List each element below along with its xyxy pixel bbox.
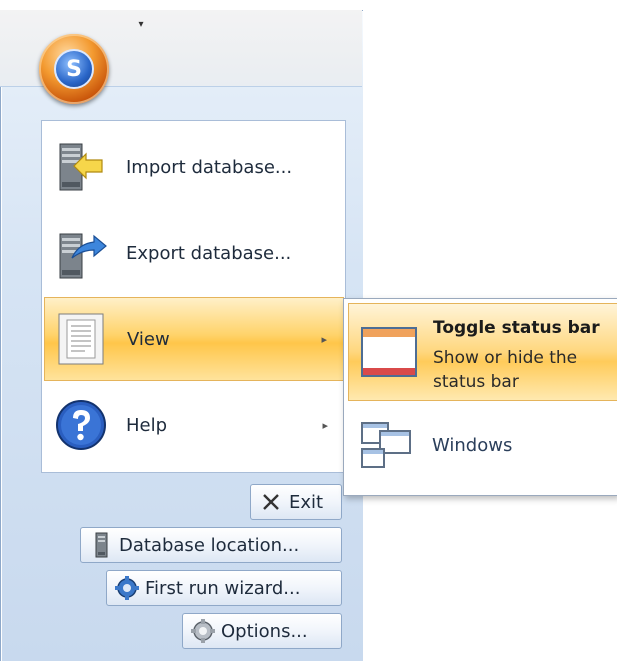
server-icon <box>95 532 108 558</box>
exit-button[interactable]: Exit <box>250 484 342 520</box>
view-label: View <box>127 328 170 350</box>
menu-item-view[interactable]: View ▸ <box>44 297 344 381</box>
submenu-arrow-icon: ▸ <box>321 332 327 346</box>
help-label: Help <box>126 414 168 436</box>
toggle-status-bar-title: Toggle status bar <box>433 318 600 338</box>
status-bar-window-icon <box>361 327 417 377</box>
view-document-icon <box>58 313 104 365</box>
menu-item-export-database[interactable]: Export database... <box>44 211 344 295</box>
options-button[interactable]: Options... <box>182 613 342 649</box>
gear-wizard-icon <box>115 576 139 600</box>
gear-icon <box>191 619 215 643</box>
application-button[interactable]: S <box>39 34 109 104</box>
import-database-icon <box>59 143 103 191</box>
options-label: Options... <box>221 620 308 642</box>
submenu-item-windows[interactable]: Windows <box>348 399 617 497</box>
windows-label: Windows <box>432 435 513 456</box>
export-database-label: Export database... <box>126 242 292 264</box>
view-submenu: Toggle status bar Show or hide the statu… <box>343 298 617 496</box>
menu-item-import-database[interactable]: Import database... <box>44 125 344 209</box>
quick-access-dropdown-icon[interactable]: ▾ <box>135 20 147 32</box>
exit-label: Exit <box>289 491 324 513</box>
help-icon <box>56 400 106 450</box>
submenu-item-toggle-status-bar[interactable]: Toggle status bar Show or hide the statu… <box>348 303 617 401</box>
export-database-icon <box>59 233 107 279</box>
menu-item-help[interactable]: Help ▸ <box>44 383 344 467</box>
toggle-status-bar-description: Show or hide the status bar <box>433 348 578 392</box>
first-run-wizard-label: First run wizard... <box>145 577 301 599</box>
database-location-label: Database location... <box>119 534 300 556</box>
windows-icon <box>361 422 411 468</box>
submenu-arrow-icon: ▸ <box>322 418 328 432</box>
first-run-wizard-button[interactable]: First run wizard... <box>106 570 342 606</box>
import-database-label: Import database... <box>126 156 293 178</box>
close-icon <box>263 494 279 510</box>
app-logo-icon: S <box>54 49 94 89</box>
application-menu-list: Import database... Export database... Vi… <box>41 120 346 473</box>
database-location-button[interactable]: Database location... <box>80 527 342 563</box>
